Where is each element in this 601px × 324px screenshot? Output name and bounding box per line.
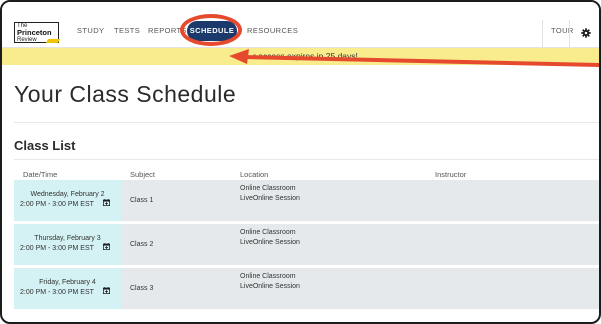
class-subject: Class 1 (130, 197, 154, 204)
location-line-2: LiveOnline Session (240, 282, 300, 290)
nav-tour[interactable]: TOUR (551, 26, 574, 35)
column-header-location: Location (240, 170, 269, 179)
class-time: 2:00 PM - 3:00 PM EST (20, 289, 94, 296)
nav-tests[interactable]: TESTS (114, 26, 140, 35)
date-cell: Thursday, February 3 2:00 PM - 3:00 PM E… (14, 224, 121, 265)
class-subject: Class 3 (130, 285, 154, 292)
location-line-1: Online Classroom (240, 273, 296, 280)
column-header-instructor: Instructor (435, 170, 467, 179)
date-cell: Friday, February 4 2:00 PM - 3:00 PM EST (14, 268, 121, 309)
location-line-2: LiveOnline Session (240, 194, 300, 202)
class-date: Thursday, February 3 (34, 235, 101, 242)
nav-divider (569, 20, 570, 47)
location-line-1: Online Classroom (240, 185, 296, 192)
princeton-review-logo[interactable]: The Princeton Review (14, 22, 61, 43)
class-location: Online Classroom LiveOnline Session (240, 272, 300, 291)
table-row: Thursday, February 3 2:00 PM - 3:00 PM E… (14, 224, 599, 265)
class-time: 2:00 PM - 3:00 PM EST (20, 201, 94, 208)
class-time: 2:00 PM - 3:00 PM EST (20, 245, 94, 252)
annotation-arrow (229, 49, 599, 67)
logo-line-2: Princeton (17, 28, 52, 37)
divider (14, 122, 599, 123)
section-title: Class List (14, 138, 76, 153)
column-header-datetime: Date/Time (23, 170, 58, 179)
annotation-circle (180, 14, 242, 46)
nav-resources[interactable]: RESOURCES (247, 26, 298, 35)
gear-icon[interactable] (581, 28, 591, 38)
page-title: Your Class Schedule (14, 81, 237, 107)
app-window: The Princeton Review STUDY TESTS REPORTS… (0, 0, 601, 324)
nav-study[interactable]: STUDY (77, 26, 104, 35)
divider (14, 159, 599, 160)
class-date: Wednesday, February 2 (30, 191, 105, 198)
column-header-subject: Subject (130, 170, 156, 179)
calendar-add-icon[interactable] (103, 287, 110, 294)
table-row: Wednesday, February 2 2:00 PM - 3:00 PM … (14, 180, 599, 221)
class-subject: Class 2 (130, 241, 154, 248)
top-navigation: The Princeton Review STUDY TESTS REPORTS… (2, 2, 599, 48)
class-date: Friday, February 4 (39, 279, 96, 286)
logo-stripe (45, 39, 61, 43)
table-row: Friday, February 4 2:00 PM - 3:00 PM EST… (14, 268, 599, 309)
calendar-add-icon[interactable] (103, 243, 110, 250)
date-cell: Wednesday, February 2 2:00 PM - 3:00 PM … (14, 180, 121, 221)
location-line-2: LiveOnline Session (240, 238, 300, 246)
calendar-add-icon[interactable] (103, 199, 110, 206)
class-location: Online Classroom LiveOnline Session (240, 184, 300, 203)
location-line-1: Online Classroom (240, 229, 296, 236)
nav-divider (542, 20, 543, 47)
class-location: Online Classroom LiveOnline Session (240, 228, 300, 247)
